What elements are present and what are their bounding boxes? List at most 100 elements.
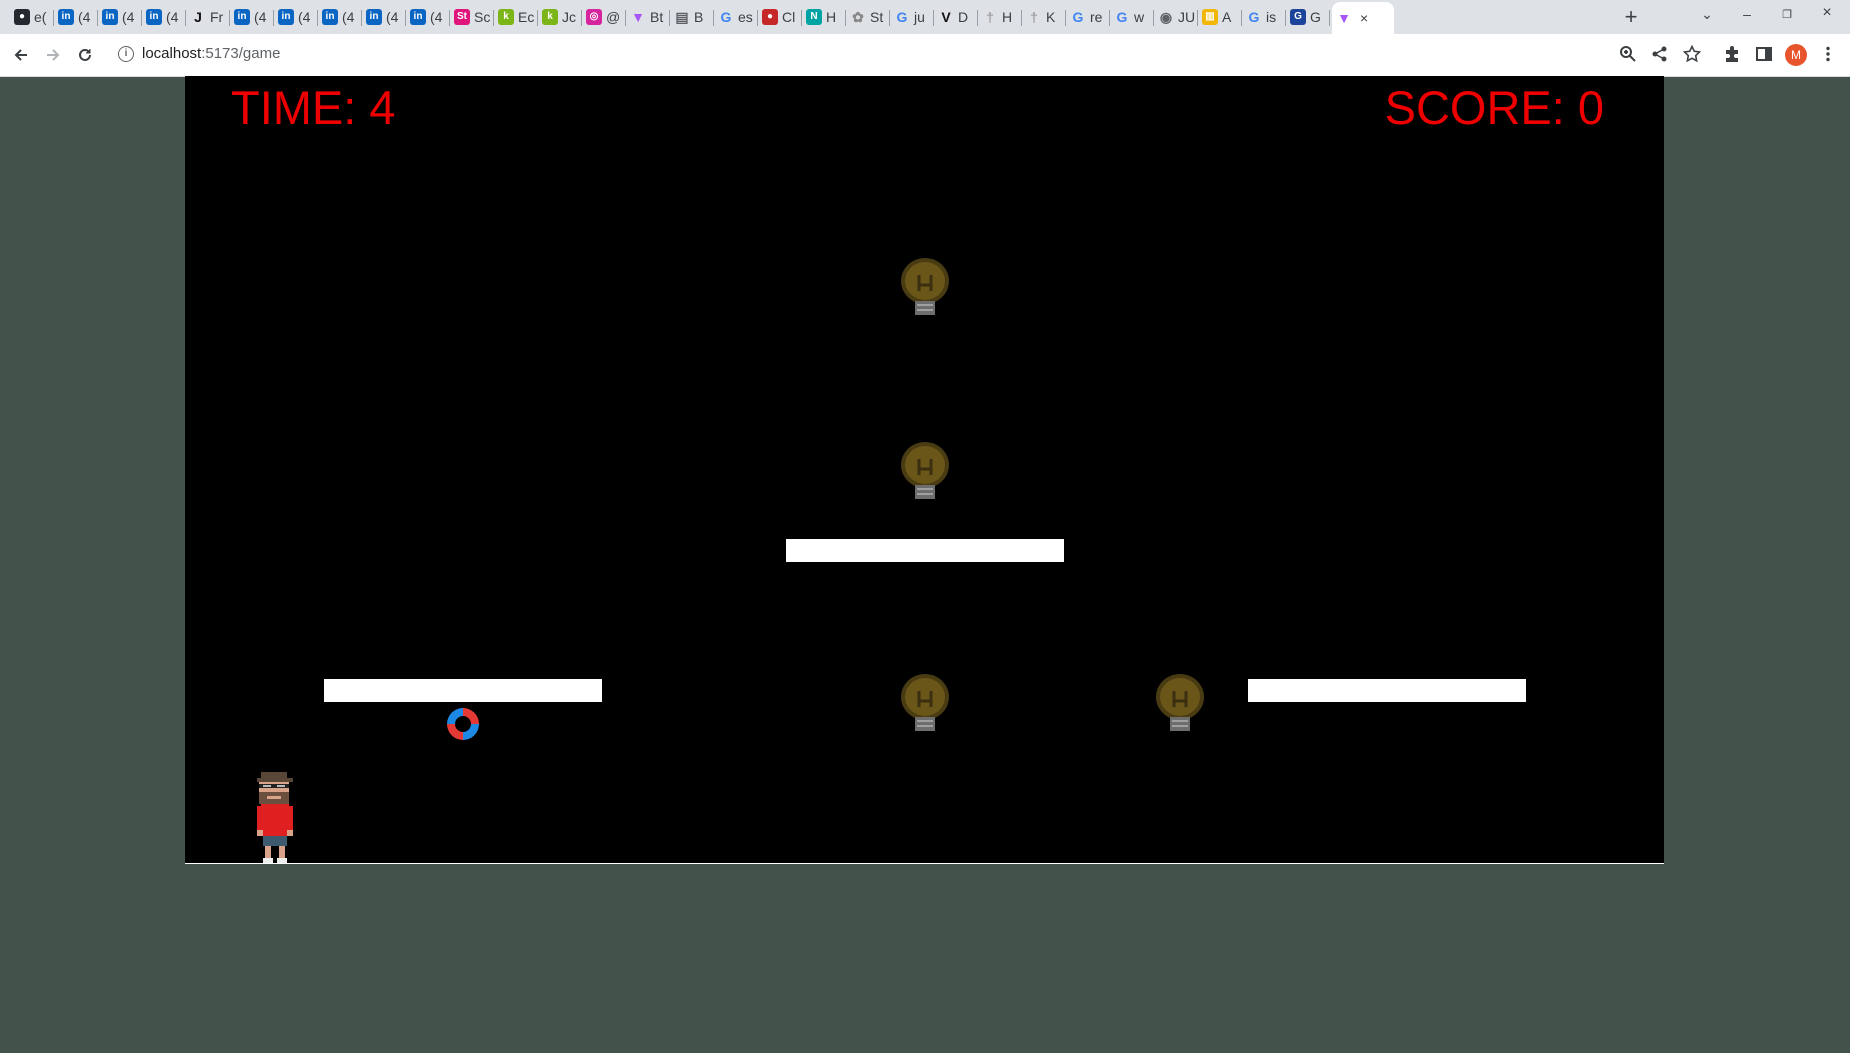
vite-icon: ▼ xyxy=(631,9,645,25)
tab-title: (4 xyxy=(122,9,135,25)
browser-tab[interactable]: in (4 xyxy=(230,4,274,30)
address-bar[interactable]: localhost:5173/game xyxy=(142,45,280,62)
browser-tab[interactable]: † K xyxy=(1022,4,1066,30)
share-icon[interactable] xyxy=(1649,43,1671,65)
browser-tab[interactable]: in (4 xyxy=(98,4,142,30)
tab-title: ju xyxy=(914,9,925,25)
browser-tab[interactable]: in (4 xyxy=(362,4,406,30)
restore-button[interactable]: ❐ xyxy=(1777,8,1797,21)
tab-title: H xyxy=(1002,9,1013,25)
arrow-left-icon xyxy=(14,49,27,61)
tab-title: (4 xyxy=(254,9,267,25)
k-icon: k xyxy=(498,9,514,25)
forward-button[interactable] xyxy=(40,42,66,68)
minimize-button[interactable]: – xyxy=(1737,6,1757,22)
circle-icon: ◉ xyxy=(1159,9,1173,25)
menu-kebab-icon[interactable] xyxy=(1817,43,1839,65)
linkedin-icon: in xyxy=(322,9,338,25)
tab-title: (4 xyxy=(298,9,311,25)
tab-title: @ xyxy=(606,9,621,25)
tab-title: H xyxy=(826,9,837,25)
tab-title: K xyxy=(1046,9,1056,25)
tab-title: (4 xyxy=(342,9,355,25)
new-tab-button[interactable]: + xyxy=(1620,4,1642,30)
browser-tab[interactable]: Gju xyxy=(890,4,934,30)
tab-title: Fr xyxy=(210,9,224,25)
linkedin-icon: in xyxy=(410,9,426,25)
browser-tab[interactable]: k Jc xyxy=(538,4,582,30)
close-tab-icon[interactable]: × xyxy=(1360,10,1368,26)
time-counter: TIME: 4 xyxy=(231,81,396,134)
tab-title: G xyxy=(1310,9,1321,25)
tab-title: es xyxy=(738,9,753,25)
browser-tab[interactable]: in (4 xyxy=(318,4,362,30)
browser-tab[interactable]: ▤ B xyxy=(670,4,714,30)
profile-avatar[interactable]: M xyxy=(1785,44,1807,66)
browser-tab[interactable]: St Sc xyxy=(450,4,494,30)
browser-tab[interactable]: NH xyxy=(802,4,846,30)
tab-title: Sc xyxy=(474,9,491,25)
tab-title: Bt xyxy=(650,9,664,25)
linkedin-icon: in xyxy=(102,9,118,25)
browser-tab[interactable]: k Ec xyxy=(494,4,538,30)
browser-tab[interactable]: Ges xyxy=(714,4,758,30)
browser-tab[interactable]: in (4 xyxy=(54,4,98,30)
platform-center xyxy=(786,539,1064,562)
google-icon: G xyxy=(720,9,732,25)
browser-tab[interactable]: VD xyxy=(934,4,978,30)
browser-tab[interactable]: in (4 xyxy=(406,4,450,30)
browser-tab[interactable]: † H xyxy=(978,4,1022,30)
browser-tab[interactable]: ● e( xyxy=(10,4,54,30)
platform-right xyxy=(1248,679,1526,702)
mouth-icon: ● xyxy=(762,9,778,25)
tab-title: D xyxy=(958,9,969,25)
tab-title: is xyxy=(1266,9,1277,25)
figure-icon: † xyxy=(1030,9,1038,25)
browser-tab[interactable]: in (4 xyxy=(142,4,186,30)
bookmark-star-icon[interactable] xyxy=(1681,43,1703,65)
tab-list-button[interactable]: ⌄ xyxy=(1697,6,1717,23)
browser-tab[interactable]: ✿ St xyxy=(846,4,890,30)
flower-icon: ✿ xyxy=(852,9,864,25)
arrow-right-icon xyxy=(47,49,60,61)
google-icon: G xyxy=(896,9,908,25)
browser-tab[interactable]: ◉ JU xyxy=(1154,4,1198,30)
tab-title: (4 xyxy=(78,9,91,25)
tab-separator xyxy=(1329,10,1330,26)
url-host: localhost xyxy=(142,45,202,62)
browser-toolbar: i localhost:5173/game M xyxy=(0,34,1850,77)
side-panel-icon[interactable] xyxy=(1753,43,1775,65)
instagram-icon: ◎ xyxy=(586,9,602,25)
browser-tab[interactable]: Gw xyxy=(1110,4,1154,30)
browser-tab[interactable]: in (4 xyxy=(274,4,318,30)
tab-title: A xyxy=(1222,9,1232,25)
browser-tab[interactable]: Gre xyxy=(1066,4,1110,30)
linkedin-icon: in xyxy=(58,9,74,25)
tab-title: e( xyxy=(34,9,47,25)
stripes-icon: ▥ xyxy=(1202,9,1218,25)
doc-icon: ▤ xyxy=(675,9,689,25)
site-info-icon[interactable]: i xyxy=(118,46,134,62)
game-canvas[interactable]: TIME: 4 SCORE: 0 xyxy=(185,76,1664,864)
v-icon: V xyxy=(941,9,951,25)
browser-tab[interactable]: ● Cl xyxy=(758,4,802,30)
reload-button[interactable] xyxy=(72,42,98,68)
browser-tab[interactable]: ▼ Bt xyxy=(626,4,670,30)
tab-title: Ec xyxy=(518,9,535,25)
back-button[interactable] xyxy=(8,42,34,68)
vite-icon: ▼ xyxy=(1337,10,1351,26)
browser-tab[interactable]: GG xyxy=(1286,4,1330,30)
browser-tab[interactable]: Gis xyxy=(1242,4,1286,30)
k-icon: k xyxy=(542,9,558,25)
browser-tab[interactable]: J Fr xyxy=(186,4,230,30)
gmx-icon: G xyxy=(1290,9,1306,25)
zoom-icon[interactable] xyxy=(1617,43,1639,65)
url-path: :5173/game xyxy=(201,45,281,62)
ground-floor xyxy=(185,863,1664,864)
browser-tab-active[interactable]: ▼ × xyxy=(1332,2,1394,34)
extensions-puzzle-icon[interactable] xyxy=(1721,43,1743,65)
close-window-button[interactable]: × xyxy=(1817,4,1837,22)
linkedin-icon: in xyxy=(146,9,162,25)
browser-tab[interactable]: ◎ @ xyxy=(582,4,626,30)
browser-tab[interactable]: ▥ A xyxy=(1198,4,1242,30)
